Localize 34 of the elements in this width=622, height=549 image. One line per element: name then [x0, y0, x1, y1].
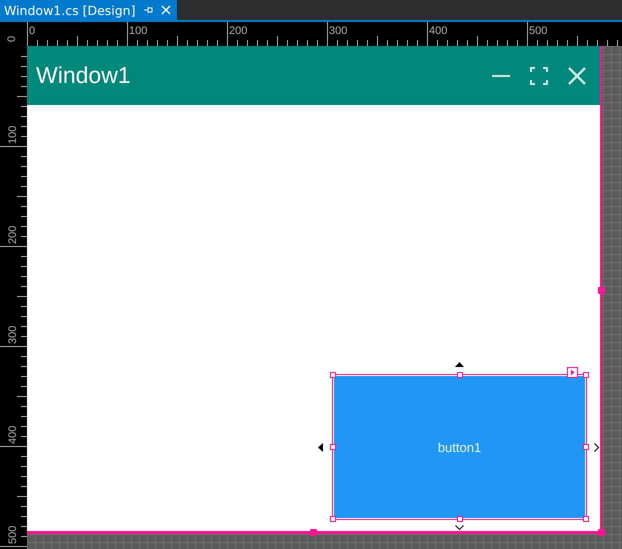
ruler-label: 200	[229, 25, 248, 37]
ruler-label: 500	[529, 25, 548, 37]
resize-handle[interactable]	[456, 516, 462, 522]
ruler-label: 200	[7, 226, 19, 244]
ruler-label: 300	[329, 25, 348, 37]
close-icon[interactable]	[567, 66, 587, 86]
resize-handle[interactable]	[598, 529, 605, 536]
triangle-up-icon	[454, 362, 464, 367]
ruler-label: 400	[429, 25, 448, 37]
ruler-label: 400	[7, 426, 19, 444]
resize-handle[interactable]	[330, 444, 336, 450]
resize-handle[interactable]	[598, 287, 605, 294]
ruler-label: 100	[129, 25, 148, 37]
pin-icon[interactable]	[143, 5, 154, 15]
resize-handle[interactable]	[583, 516, 589, 522]
resize-handle[interactable]	[330, 516, 336, 522]
triangle-left-icon	[318, 443, 323, 452]
resize-handle[interactable]	[330, 372, 336, 378]
chevron-right-icon	[594, 443, 599, 452]
maximize-icon[interactable]	[529, 66, 549, 86]
ruler-label: 0	[5, 26, 17, 44]
ruler-label: 500	[7, 526, 19, 544]
resize-handle[interactable]	[456, 372, 462, 378]
document-tab[interactable]: Window1.cs [Design]	[0, 0, 178, 20]
resize-handle[interactable]	[583, 372, 589, 378]
resize-handle[interactable]	[583, 444, 589, 450]
form-title: Window1	[36, 62, 132, 89]
button[interactable]: button1	[334, 376, 585, 518]
smart-tag-icon[interactable]	[567, 367, 578, 378]
ruler-label: 300	[7, 326, 19, 344]
ruler-label: 100	[7, 126, 19, 144]
chevron-down-icon	[454, 525, 464, 530]
ruler-label: 0	[29, 25, 36, 37]
resize-handle[interactable]	[310, 529, 317, 536]
